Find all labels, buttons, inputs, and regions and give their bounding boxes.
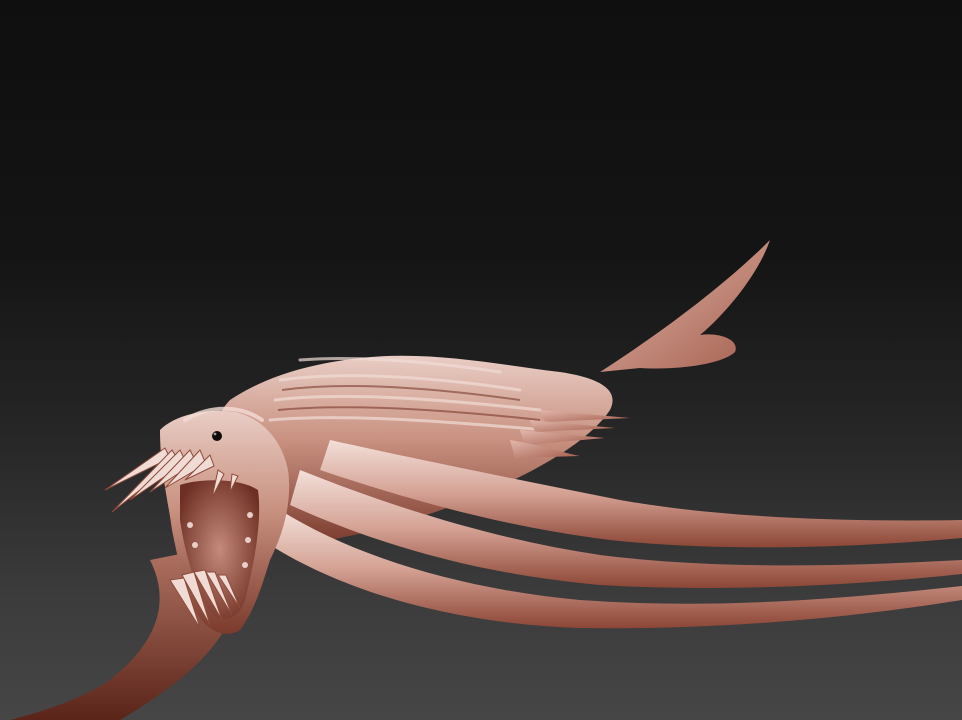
sculpt-viewport[interactable] [0,0,962,720]
tail-fin [600,240,770,372]
eye [212,431,222,441]
creature-render [10,240,962,720]
